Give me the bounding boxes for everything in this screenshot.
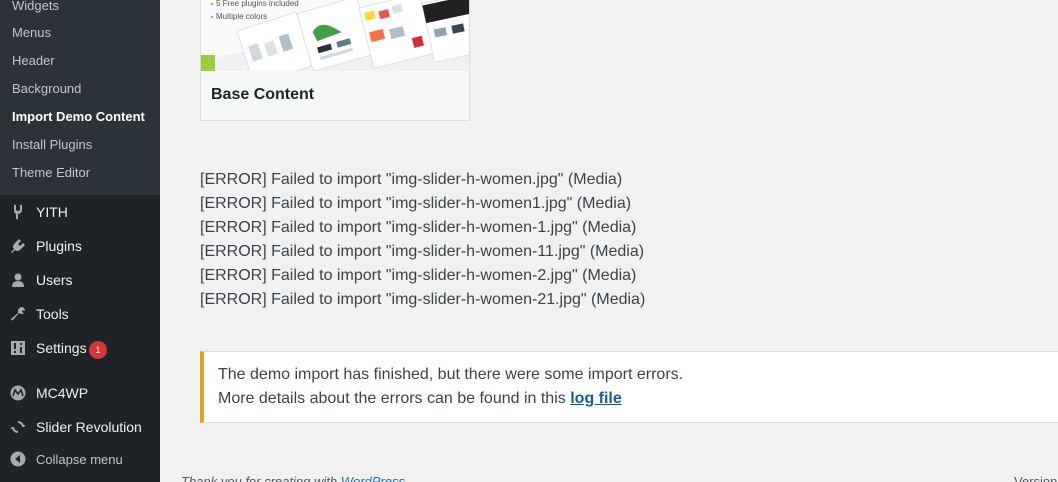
menu-item-yith[interactable]: YITH	[0, 195, 160, 229]
admin-sidebar: Widgets Menus Header Background Import D…	[0, 0, 160, 482]
menu-label: Settings	[36, 340, 87, 356]
log-error-line: [ERROR] Failed to import "img-slider-h-w…	[200, 219, 637, 236]
menu-label: Users	[36, 272, 73, 288]
menu-item-mc4wp[interactable]: MC4WP	[0, 376, 160, 410]
appearance-submenu: Widgets Menus Header Background Import D…	[0, 0, 160, 195]
notice-details: More details about the errors can be fou…	[218, 387, 1055, 411]
mc4wp-icon	[10, 385, 26, 401]
import-log: [ERROR] Failed to import "img-slider-h-w…	[200, 168, 645, 312]
footer-thankyou: Thank you for creating with WordPress	[181, 474, 405, 482]
menu-label: Tools	[36, 306, 69, 322]
settings-icon	[10, 340, 26, 356]
log-error-line: [ERROR] Failed to import "img-slider-h-w…	[200, 195, 632, 212]
menu-item-tools[interactable]: Tools	[0, 297, 160, 331]
collapse-icon	[10, 451, 26, 467]
plugins-icon	[10, 238, 26, 254]
demo-card-title: Base Content	[211, 86, 315, 103]
submenu-item-background[interactable]: Background	[12, 81, 81, 97]
collapse-menu-button[interactable]: Collapse menu	[0, 442, 160, 476]
notice-message: The demo import has finished, but there …	[218, 366, 684, 383]
footer-thankyou-text: Thank you for creating with	[181, 474, 338, 482]
wordpress-link[interactable]: WordPress	[341, 474, 405, 482]
menu-item-slider-revolution[interactable]: Slider Revolution	[0, 410, 160, 444]
log-error-line: [ERROR] Failed to import "img-slider-h-w…	[200, 243, 645, 260]
menu-label: MC4WP	[36, 385, 89, 401]
tools-icon	[10, 306, 26, 322]
submenu-item-header[interactable]: Header	[12, 53, 55, 69]
demo-screenshot: 5 Free plugins included Multiple colors	[201, 0, 469, 71]
import-warning-notice: The demo import has finished, but there …	[200, 351, 1058, 423]
menu-item-users[interactable]: Users	[0, 263, 160, 297]
menu-label: Collapse menu	[36, 451, 123, 467]
slider-revolution-icon	[10, 419, 26, 435]
settings-update-badge: 1	[89, 341, 107, 359]
menu-label: Slider Revolution	[36, 419, 142, 435]
footer-version: Version	[1014, 474, 1058, 482]
submenu-item-import-demo-content[interactable]: Import Demo Content	[12, 109, 145, 125]
menu-label: Plugins	[36, 238, 82, 254]
thumb-feature-text: 5 Free plugins included	[216, 0, 299, 8]
log-error-line: [ERROR] Failed to import "img-slider-h-w…	[200, 171, 623, 188]
submenu-item-widgets[interactable]: Widgets	[12, 0, 59, 14]
menu-item-settings[interactable]: Settings 1	[0, 331, 160, 365]
demo-content-card[interactable]: 5 Free plugins included Multiple colors …	[200, 0, 470, 121]
menu-item-plugins[interactable]: Plugins	[0, 229, 160, 263]
notice-details-text: More details about the errors can be fou…	[218, 390, 566, 407]
menu-label: YITH	[36, 204, 68, 220]
submenu-item-menus[interactable]: Menus	[12, 25, 51, 41]
log-error-line: [ERROR] Failed to import "img-slider-h-w…	[200, 291, 646, 308]
yith-icon	[10, 204, 26, 220]
thumb-feature-text: Multiple colors	[216, 12, 268, 21]
log-file-link[interactable]: log file	[570, 390, 622, 407]
users-icon	[10, 272, 26, 288]
submenu-item-install-plugins[interactable]: Install Plugins	[12, 137, 92, 153]
log-error-line: [ERROR] Failed to import "img-slider-h-w…	[200, 267, 637, 284]
submenu-item-theme-editor[interactable]: Theme Editor	[12, 165, 90, 181]
